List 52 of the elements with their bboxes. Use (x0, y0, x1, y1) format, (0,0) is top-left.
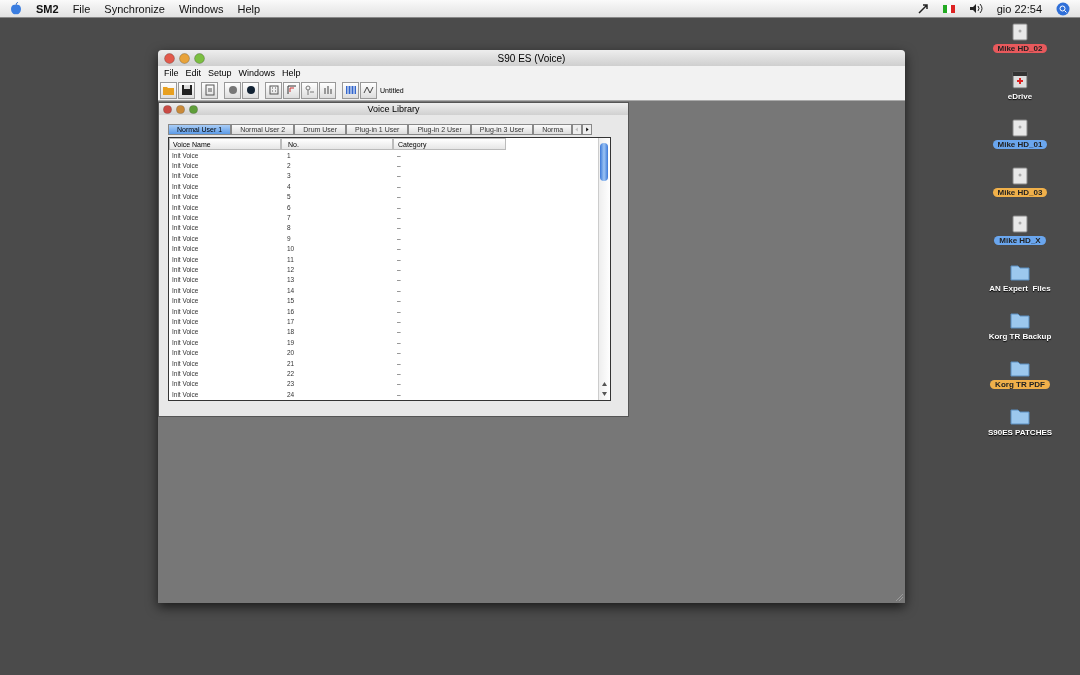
icon-label[interactable]: Mike HD_X (994, 236, 1046, 245)
chart-icon[interactable] (283, 81, 300, 99)
flag-icon[interactable] (942, 4, 955, 13)
volume-icon[interactable] (968, 3, 983, 14)
menu-item[interactable]: Synchronize (104, 2, 165, 15)
menu-item[interactable]: Setup (208, 68, 232, 78)
drive-icon[interactable] (1010, 166, 1030, 186)
search-icon[interactable] (1056, 1, 1070, 16)
menu-item[interactable]: Windows (238, 68, 276, 78)
menu-item[interactable]: Windows (178, 2, 224, 15)
clock[interactable]: gio 22:54 (996, 2, 1042, 15)
apple-icon[interactable] (10, 2, 22, 15)
keyboard-icon[interactable] (342, 81, 359, 99)
zoom-button[interactable] (189, 104, 198, 114)
menu-item[interactable]: Help (282, 68, 301, 78)
scrollbar[interactable] (598, 138, 610, 400)
icon-label[interactable]: Mike HD_01 (992, 140, 1048, 149)
scroll-thumb[interactable] (600, 143, 608, 181)
menu-item[interactable]: Edit (185, 68, 202, 78)
grid-icon[interactable] (265, 81, 282, 99)
icon-label[interactable]: AN Expert Files (984, 284, 1056, 293)
icon-label[interactable]: Korg TR PDF (990, 380, 1050, 389)
menu-item[interactable]: Help (237, 2, 261, 15)
wave-icon[interactable] (360, 81, 377, 99)
window-title: Voice Library (366, 104, 421, 114)
folder-icon[interactable] (1009, 358, 1031, 378)
icon-label[interactable]: S90ES PATCHES (982, 428, 1058, 437)
icon-label[interactable]: Korg TR Backup (983, 332, 1057, 341)
drive-icon[interactable] (1010, 118, 1030, 138)
drive-icon[interactable] (1010, 214, 1030, 234)
key-icon[interactable] (301, 81, 318, 99)
bars-icon[interactable] (319, 81, 336, 99)
icon-label[interactable]: eDrive (1002, 92, 1038, 101)
window-title: S90 ES (Voice) (496, 52, 567, 64)
menu-item[interactable]: File (164, 68, 179, 78)
folder-icon[interactable] (1009, 406, 1031, 426)
drive-icon[interactable] (1010, 22, 1030, 42)
menu-item[interactable]: SM2 (36, 2, 59, 15)
close-button[interactable] (163, 104, 172, 114)
up-arrow-icon[interactable] (602, 382, 607, 386)
sync-icon[interactable] (916, 2, 929, 15)
close-button[interactable] (164, 52, 175, 64)
drive-icon[interactable] (1010, 70, 1030, 90)
down-arrow-icon[interactable] (602, 392, 607, 396)
folder-icon[interactable] (1009, 262, 1031, 282)
resize-handle[interactable] (894, 592, 904, 602)
document-icon[interactable] (201, 81, 218, 99)
icon-label[interactable]: Mike HD_02 (992, 44, 1048, 53)
minimize-button[interactable] (176, 104, 185, 114)
icon-label[interactable]: Mike HD_03 (992, 188, 1048, 197)
folder-icon[interactable] (1009, 310, 1031, 330)
menu-item[interactable]: File (72, 2, 91, 15)
